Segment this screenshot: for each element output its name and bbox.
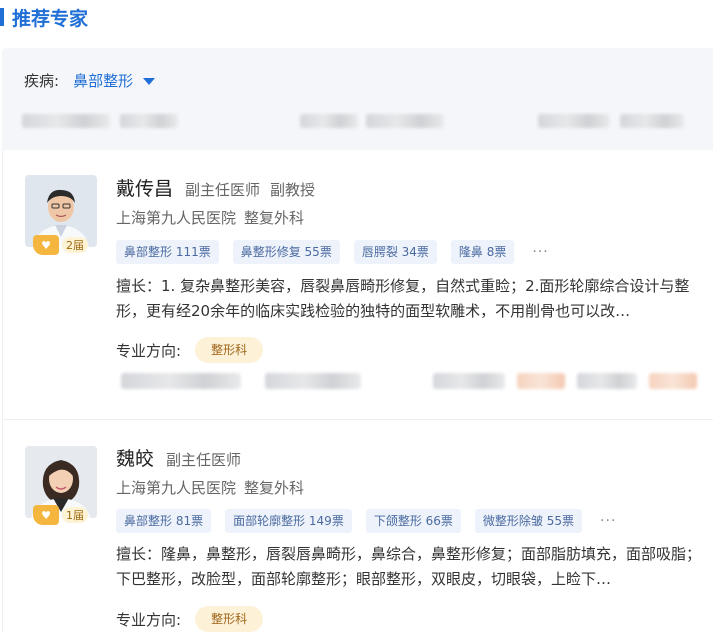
blurred-filter-option[interactable] (366, 114, 444, 128)
doctor-name-row: 戴传昌 副主任医师 副教授 (116, 174, 315, 201)
blurred-filter-option[interactable] (300, 114, 358, 128)
department-name: 整复外科 (244, 209, 305, 227)
doctor-academic-title: 副教授 (270, 181, 316, 199)
doctor-name-row: 魏皎 副主任医师 (116, 444, 241, 471)
blurred-info (121, 373, 241, 389)
department-name: 整复外科 (244, 479, 305, 497)
vote-tag[interactable]: 隆鼻 8票 (450, 240, 515, 264)
vote-tags: 鼻部整形 81票 面部轮廓整形 149票 下颌整形 66票 微整形除皱 55票 … (116, 509, 616, 533)
more-tags-button[interactable]: ··· (532, 244, 548, 260)
thumbs-up-heart-icon: ♥ (33, 235, 59, 255)
badge-count: 1届 (62, 507, 88, 523)
blurred-filter-option[interactable] (620, 114, 684, 128)
section-title: 推荐专家 (12, 7, 89, 30)
vote-tag[interactable]: 鼻部整形 81票 (116, 509, 212, 533)
filter-panel: 疾病: 鼻部整形 (2, 48, 713, 150)
disease-filter[interactable]: 疾病: 鼻部整形 (24, 70, 156, 91)
blurred-info (517, 373, 565, 389)
doctor-name[interactable]: 魏皎 (116, 444, 154, 471)
blurred-filter-option[interactable] (120, 114, 178, 128)
vote-tag[interactable]: 面部轮廓整形 149票 (225, 509, 352, 533)
vote-tag[interactable]: 唇腭裂 34票 (353, 240, 437, 264)
vote-tag[interactable]: 鼻部整形 111票 (116, 240, 219, 264)
blurred-info (649, 373, 697, 389)
doctor-expertise: 擅长：1. 复杂鼻整形美容，唇裂鼻唇畸形修复，自然式重睑；2.面形轮廓综合设计与… (116, 277, 690, 320)
hospital-name[interactable]: 上海第九人民医院 (116, 479, 236, 497)
disease-filter-label: 疾病: (24, 72, 60, 90)
title-accent-bar (0, 8, 4, 26)
specialty-direction-label: 专业方向: (116, 610, 182, 629)
doctor-card[interactable]: ♥ 1届 魏皎 副主任医师 上海第九人民医院 整复外科 鼻部整形 81票 面部轮廓… (2, 420, 713, 633)
vote-tag[interactable]: 鼻整形修复 55票 (232, 240, 340, 264)
disease-filter-value[interactable]: 鼻部整形 (73, 70, 133, 91)
badge-count: 2届 (62, 237, 88, 253)
specialty-pill[interactable]: 整形科 (195, 606, 264, 632)
doctor-hospital: 上海第九人民医院 整复外科 (116, 207, 304, 228)
doctor-title: 副主任医师 (166, 451, 242, 469)
blurred-filter-option[interactable] (22, 114, 110, 128)
vote-tag[interactable]: 下颌整形 66票 (365, 509, 461, 533)
specialty-pill[interactable]: 整形科 (195, 337, 264, 363)
session-badge: ♥ 2届 (33, 234, 88, 256)
blurred-filter-option[interactable] (538, 114, 610, 128)
doctor-expertise: 擅长：隆鼻，鼻整形，唇裂唇鼻畸形，鼻综合，鼻整形修复；面部脂肪填充，面部吸脂；下… (116, 545, 701, 588)
section-header: 推荐专家 (0, 4, 88, 30)
hospital-name[interactable]: 上海第九人民医院 (116, 209, 236, 227)
vote-tags: 鼻部整形 111票 鼻整形修复 55票 唇腭裂 34票 隆鼻 8票 ··· (116, 240, 549, 264)
session-badge: ♥ 1届 (33, 504, 88, 526)
doctor-hospital: 上海第九人民医院 整复外科 (116, 477, 304, 498)
vote-tag[interactable]: 微整形除皱 55票 (474, 509, 583, 533)
specialty-direction: 专业方向: 整形科 (116, 337, 264, 363)
doctor-name[interactable]: 戴传昌 (116, 174, 173, 201)
specialty-direction-label: 专业方向: (116, 341, 182, 360)
more-tags-button[interactable]: ··· (600, 513, 616, 529)
doctor-title: 副主任医师 (185, 181, 261, 199)
blurred-info (577, 373, 637, 389)
blurred-info (265, 373, 361, 389)
thumbs-up-heart-icon: ♥ (33, 505, 59, 525)
specialty-direction: 专业方向: 整形科 (116, 606, 264, 632)
blurred-info (433, 373, 505, 389)
caret-down-icon[interactable] (143, 78, 156, 85)
doctor-card[interactable]: ♥ 2届 戴传昌 副主任医师 副教授 上海第九人民医院 整复外科 鼻部整形 111… (2, 150, 713, 420)
